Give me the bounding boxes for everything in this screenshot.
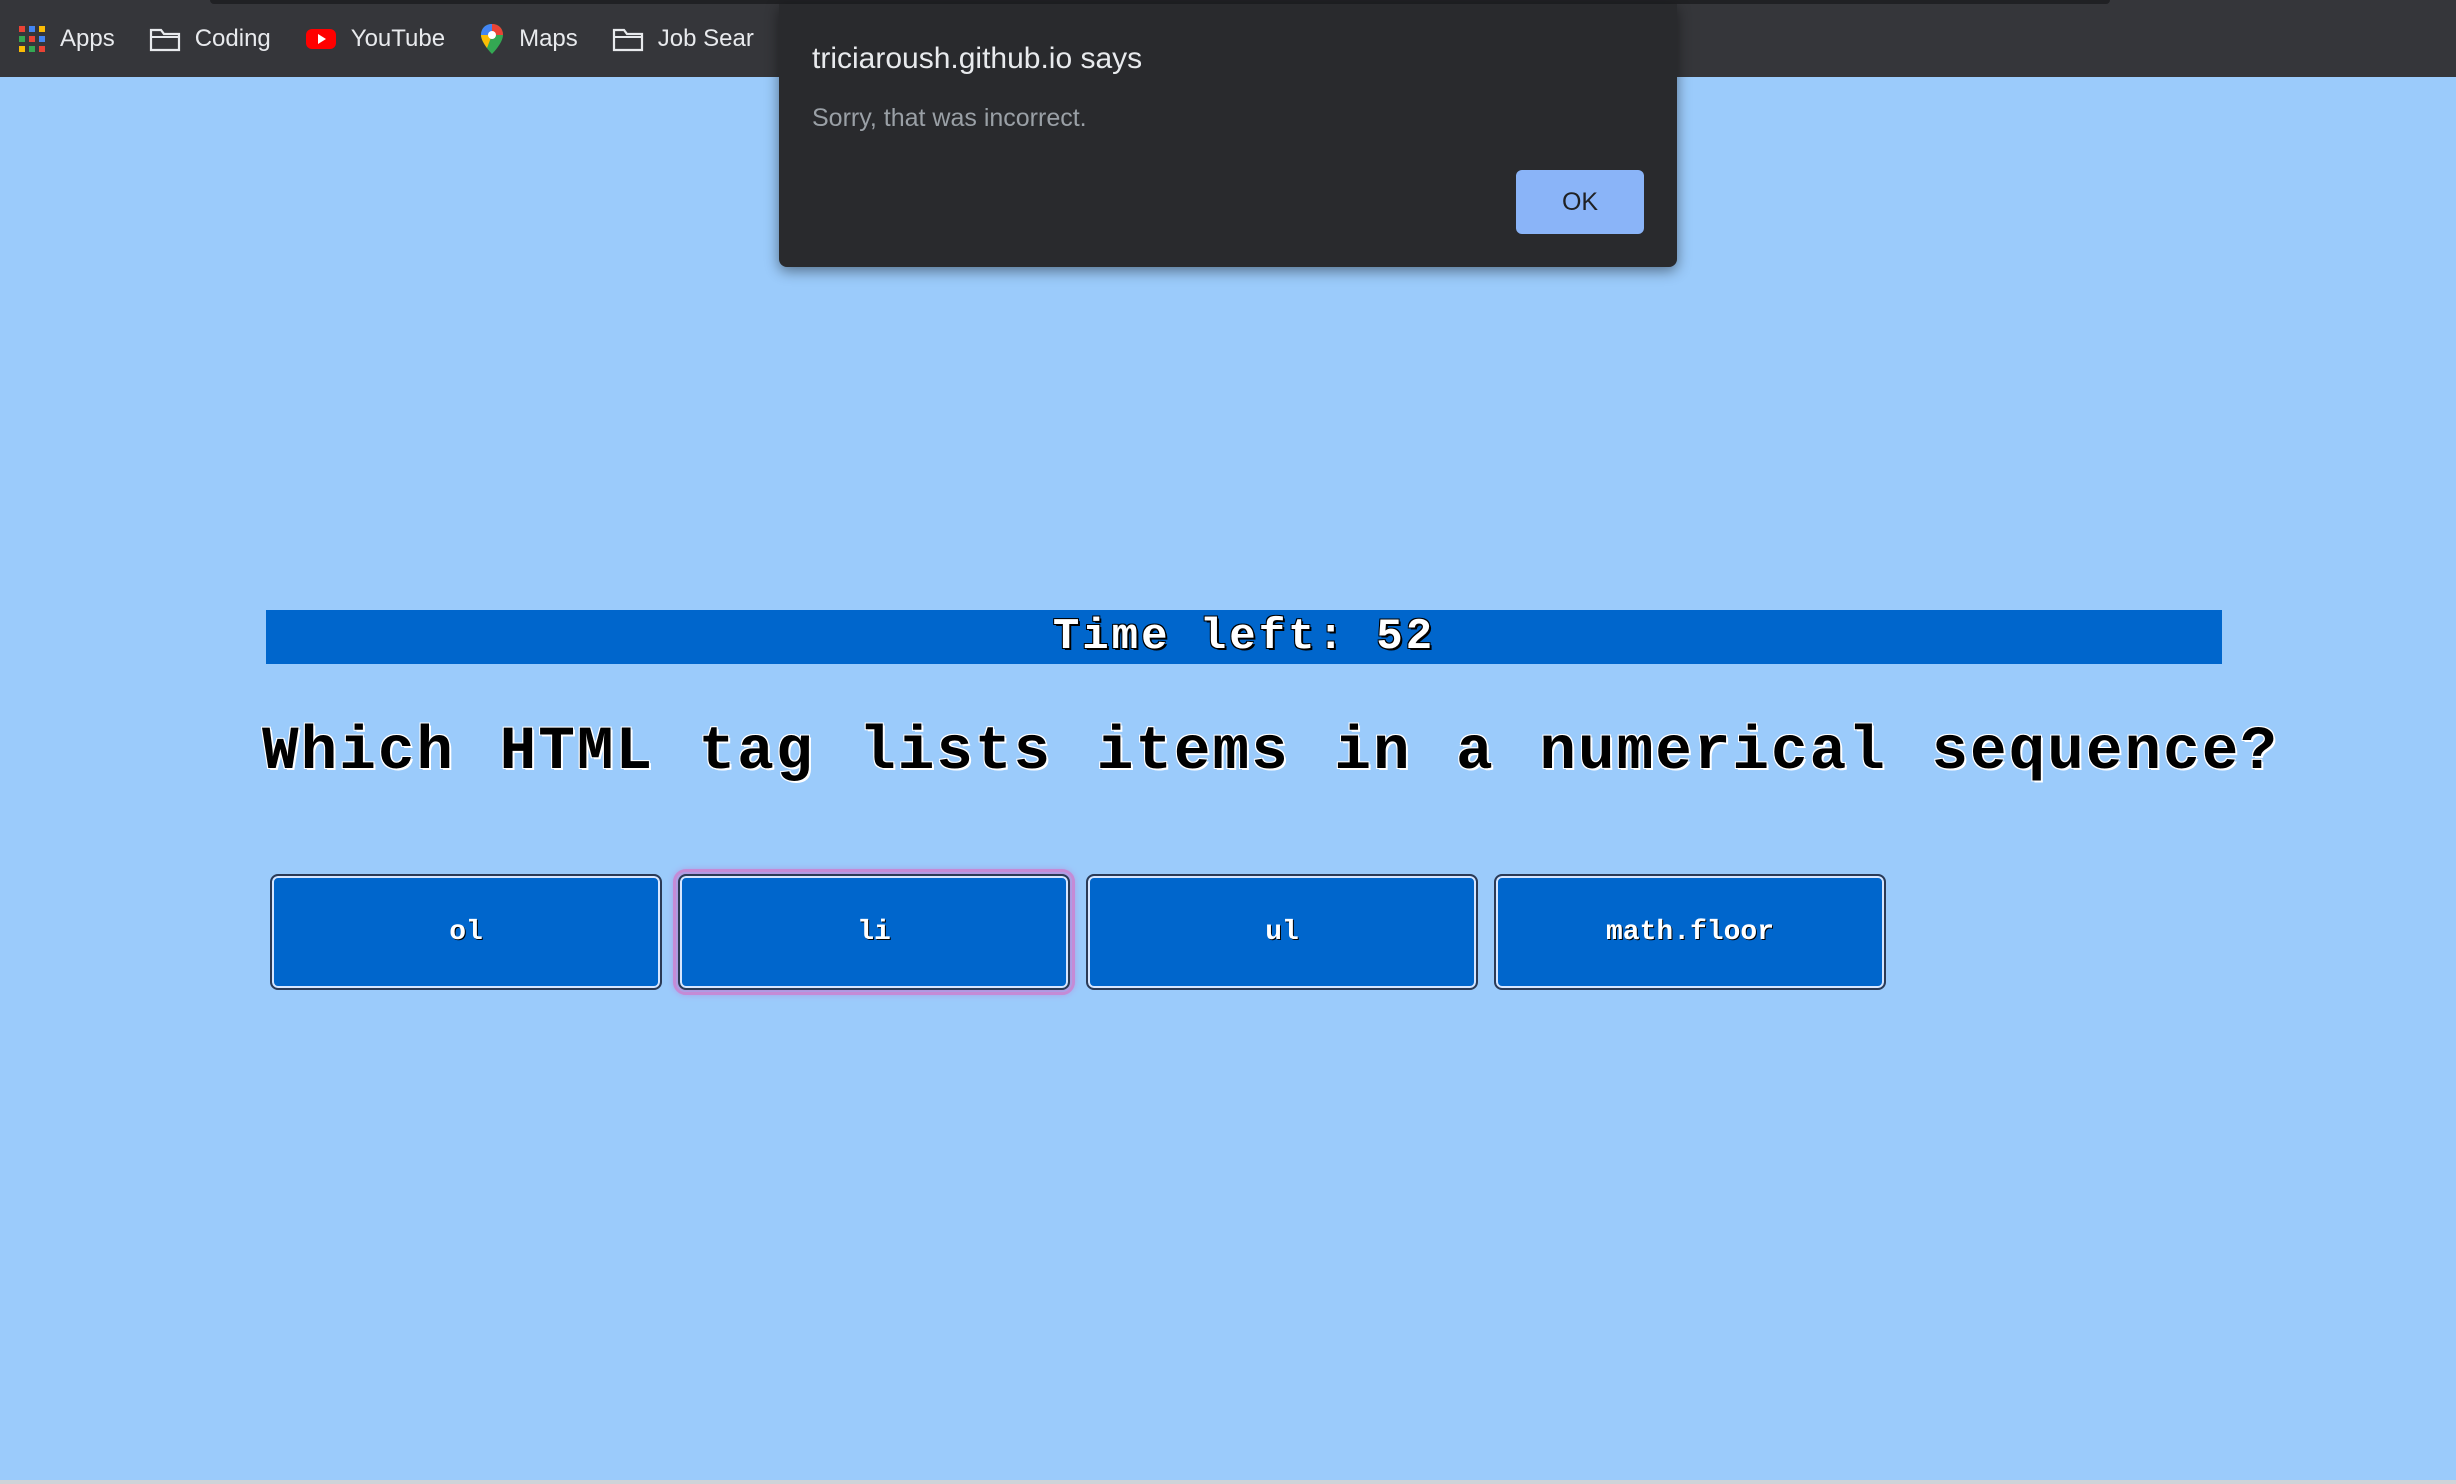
maps-pin-icon: [479, 23, 505, 55]
timer-bar: Time left: 52: [266, 610, 2222, 664]
folder-icon: [612, 26, 644, 52]
bookmark-apps[interactable]: Apps: [18, 25, 115, 53]
bookmark-youtube[interactable]: YouTube: [305, 25, 445, 53]
answer-button-ol[interactable]: ol: [270, 874, 662, 990]
alert-message: Sorry, that was incorrect.: [812, 104, 1087, 132]
timer-text: Time left: 52: [1052, 612, 1436, 662]
youtube-icon: [305, 27, 337, 51]
answer-button-ul[interactable]: ul: [1086, 874, 1478, 990]
bookmark-label: Maps: [519, 24, 578, 52]
bottom-edge: [0, 1480, 2456, 1484]
bookmark-maps[interactable]: Maps: [479, 23, 578, 55]
question-text: Which HTML tag lists items in a numerica…: [262, 718, 2279, 787]
answer-button-li[interactable]: li: [673, 869, 1075, 995]
alert-dialog: triciaroush.github.io says Sorry, that w…: [779, 4, 1677, 267]
alert-title: triciaroush.github.io says: [812, 42, 1143, 75]
bookmark-label: Apps: [60, 24, 115, 52]
folder-icon: [149, 26, 181, 52]
ok-button[interactable]: OK: [1516, 170, 1644, 234]
bookmark-label: YouTube: [350, 24, 446, 52]
answer-options: ol li ul math.floor: [270, 869, 1902, 995]
answer-button-math-floor[interactable]: math.floor: [1494, 874, 1886, 990]
apps-grid-icon: [18, 25, 46, 53]
bookmark-label: Coding: [194, 24, 271, 52]
bookmark-coding[interactable]: Coding: [149, 25, 271, 53]
bookmark-label: Job Sear: [657, 24, 754, 52]
bookmark-job-search[interactable]: Job Sear: [612, 25, 754, 53]
